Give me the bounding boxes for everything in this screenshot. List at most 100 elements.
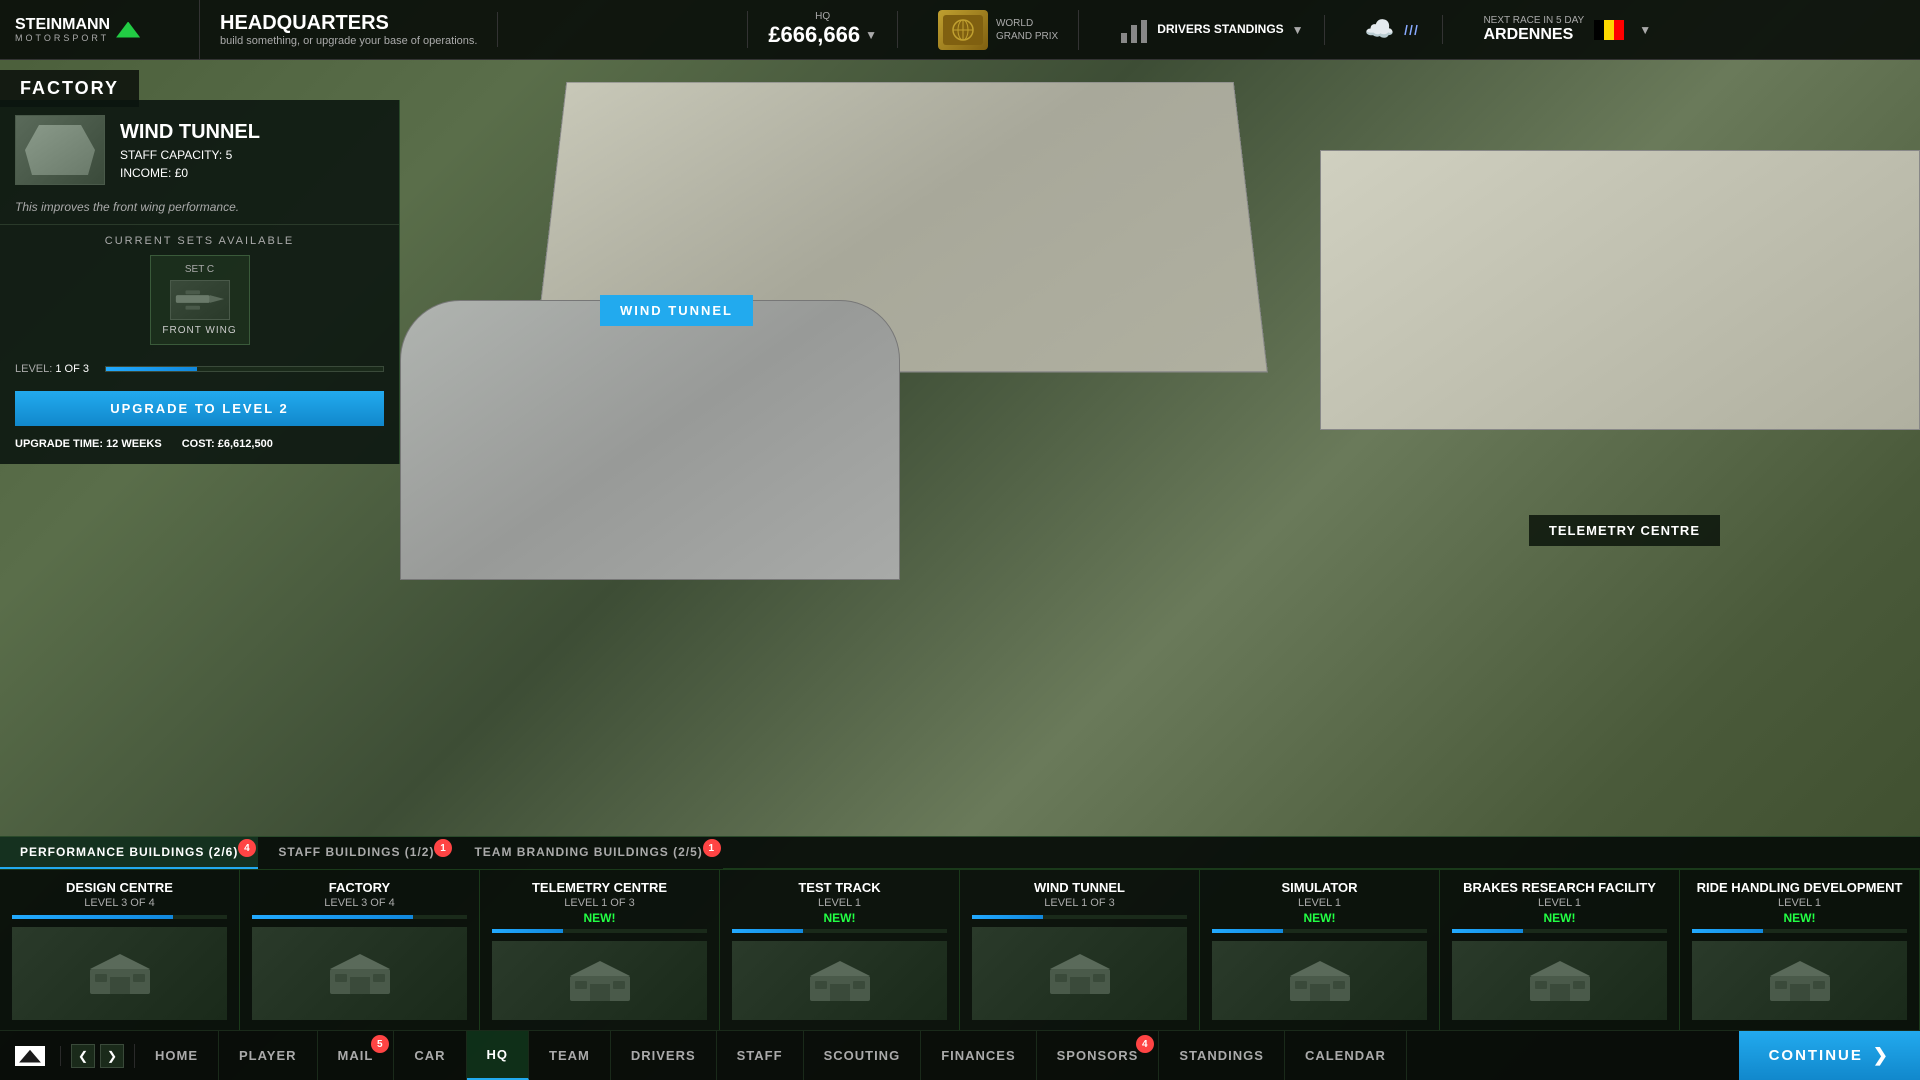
upgrade-cost: COST: £6,612,500 xyxy=(182,438,273,450)
bc-level-1: LEVEL 3 OF 4 xyxy=(324,897,395,909)
tab-staff[interactable]: STAFF BUILDINGS (1/2) 1 xyxy=(258,837,454,869)
upgrade-details: UPGRADE TIME: 12 WEEKS COST: £6,612,500 xyxy=(0,434,399,454)
building-shape-6 xyxy=(1525,956,1595,1006)
nav-back-arrow[interactable]: ❮ xyxy=(71,1044,95,1068)
nav-item-calendar[interactable]: Calendar xyxy=(1285,1031,1407,1080)
tab-branding[interactable]: TEAM BRANDING BUILDINGS (2/5) 1 xyxy=(454,837,722,869)
staff-capacity-value: 5 xyxy=(226,148,233,162)
nav-item-hq[interactable]: HQ xyxy=(467,1031,530,1080)
header-hq-section: HEADQUARTERS build something, or upgrade… xyxy=(200,12,498,47)
world-gp-button[interactable]: WORLDGRAND PRIX xyxy=(918,10,1079,50)
hq-title: HEADQUARTERS xyxy=(220,12,477,35)
nav-item-mail[interactable]: Mail5 xyxy=(318,1031,395,1080)
wind-tunnel-map-label[interactable]: WIND TUNNEL xyxy=(600,295,753,326)
set-card-c[interactable]: SET C FRONT WING xyxy=(150,255,250,345)
nav-item-team[interactable]: Team xyxy=(529,1031,611,1080)
bottom-bar: PERFORMANCE BUILDINGS (2/6) 4 STAFF BUIL… xyxy=(0,836,1920,1030)
right-building xyxy=(1320,150,1920,430)
bc-level-3: LEVEL 1 xyxy=(818,897,861,909)
set-c-label: SET C xyxy=(159,264,241,275)
nav-badge-2: 5 xyxy=(371,1035,389,1053)
bc-level-7: LEVEL 1 xyxy=(1778,897,1821,909)
left-panel: WIND TUNNEL STAFF CAPACITY: 5 INCOME: £0… xyxy=(0,100,400,464)
nav-item-sponsors[interactable]: Sponsors4 xyxy=(1037,1031,1160,1080)
bc-thumb-6 xyxy=(1452,941,1667,1020)
header-expand-chevron[interactable]: ▼ xyxy=(1639,23,1651,37)
bc-name-3: Test Track xyxy=(798,880,880,895)
bc-bar-6 xyxy=(1452,929,1667,933)
nav-item-finances[interactable]: Finances xyxy=(921,1031,1036,1080)
continue-button[interactable]: Continue ❯ xyxy=(1739,1031,1920,1080)
weather-icon: ☁️ xyxy=(1365,15,1395,44)
building-shape-1 xyxy=(325,949,395,999)
building-shape-3 xyxy=(805,956,875,1006)
nav-badge-10: 4 xyxy=(1136,1035,1154,1053)
nav-forward-arrow[interactable]: ❯ xyxy=(100,1044,124,1068)
set-c-part: FRONT WING xyxy=(159,325,241,336)
building-card-0[interactable]: Design Centre LEVEL 3 OF 4 xyxy=(0,870,240,1030)
building-thumbnail xyxy=(15,115,105,185)
building-card-2[interactable]: Telemetry Centre LEVEL 1 OF 3 NEW! xyxy=(480,870,720,1030)
current-sets-label: CURRENT SETS AVAILABLE xyxy=(0,225,399,255)
nav-item-standings[interactable]: Standings xyxy=(1159,1031,1285,1080)
upgrade-time: UPGRADE TIME: 12 WEEKS xyxy=(15,438,162,450)
flag-belgium xyxy=(1594,20,1624,40)
building-name: WIND TUNNEL xyxy=(120,121,260,144)
bc-name-2: Telemetry Centre xyxy=(532,880,667,895)
branding-badge: 1 xyxy=(703,839,721,857)
building-card-1[interactable]: Factory LEVEL 3 OF 4 xyxy=(240,870,480,1030)
bc-bar-fill-2 xyxy=(492,929,563,933)
nav-item-drivers[interactable]: Drivers xyxy=(611,1031,717,1080)
building-card-7[interactable]: Ride Handling Development LEVEL 1 NEW! xyxy=(1680,870,1920,1030)
telemetry-map-label[interactable]: TELEMETRY CENTRE xyxy=(1529,515,1720,546)
nav-label-9: Finances xyxy=(941,1048,1015,1063)
bc-bar-4 xyxy=(972,915,1187,919)
building-card-4[interactable]: Wind Tunnel LEVEL 1 OF 3 xyxy=(960,870,1200,1030)
income-stat: INCOME: £0 xyxy=(120,166,260,180)
nav-item-scouting[interactable]: Scouting xyxy=(804,1031,922,1080)
bc-name-5: Simulator xyxy=(1281,880,1357,895)
nav-label-7: Staff xyxy=(737,1048,783,1063)
bc-bar-3 xyxy=(732,929,947,933)
tab-performance[interactable]: PERFORMANCE BUILDINGS (2/6) 4 xyxy=(0,837,258,869)
staff-capacity-stat: STAFF CAPACITY: 5 xyxy=(120,148,260,162)
building-header: WIND TUNNEL STAFF CAPACITY: 5 INCOME: £0 xyxy=(0,100,399,195)
chart-icon xyxy=(1119,15,1149,45)
level-label: Level: 1 OF 3 xyxy=(15,363,95,375)
bc-bar-2 xyxy=(492,929,707,933)
nav-item-home[interactable]: Home xyxy=(135,1031,219,1080)
building-card-6[interactable]: Brakes Research Facility LEVEL 1 NEW! xyxy=(1440,870,1680,1030)
nav-item-player[interactable]: Player xyxy=(219,1031,318,1080)
nav-label-10: Sponsors xyxy=(1057,1048,1139,1063)
logo-icon xyxy=(116,22,140,38)
nav-label-5: Team xyxy=(549,1048,590,1063)
front-wing-icon xyxy=(171,280,229,320)
bc-thumb-2 xyxy=(492,941,707,1020)
sets-grid: SET C FRONT WING xyxy=(0,255,399,355)
hq-money-value: £666,666 xyxy=(768,22,860,48)
next-race-name: ARDENNES xyxy=(1483,26,1584,44)
continue-arrow-icon: ❯ xyxy=(1873,1045,1890,1066)
nav-item-car[interactable]: Car xyxy=(394,1031,466,1080)
bc-bar-fill-0 xyxy=(12,915,173,919)
nav-label-2: Mail xyxy=(338,1048,374,1063)
nav-label-1: Player xyxy=(239,1048,297,1063)
hq-money-label: HQ xyxy=(815,11,830,22)
bc-bar-fill-5 xyxy=(1212,929,1283,933)
bc-thumb-1 xyxy=(252,927,467,1020)
drivers-chevron: ▼ xyxy=(1292,23,1304,37)
building-shape-0 xyxy=(85,949,155,999)
money-chevron: ▼ xyxy=(865,28,877,42)
bc-bar-1 xyxy=(252,915,467,919)
world-gp-icon xyxy=(938,10,988,50)
nav-item-staff[interactable]: Staff xyxy=(717,1031,804,1080)
building-card-3[interactable]: Test Track LEVEL 1 NEW! xyxy=(720,870,960,1030)
upgrade-button[interactable]: UPGRADE TO LEVEL 2 xyxy=(15,391,384,426)
buildings-row: Design Centre LEVEL 3 OF 4 Factory LEVEL… xyxy=(0,870,1920,1030)
building-card-5[interactable]: Simulator LEVEL 1 NEW! xyxy=(1200,870,1440,1030)
bc-thumb-5 xyxy=(1212,941,1427,1020)
drivers-standings-button[interactable]: DRIVERS STANDINGS ▼ xyxy=(1099,15,1324,45)
money-display[interactable]: HQ £666,666 ▼ xyxy=(747,11,898,48)
bc-thumb-0 xyxy=(12,927,227,1020)
bc-new-3: NEW! xyxy=(824,911,856,925)
